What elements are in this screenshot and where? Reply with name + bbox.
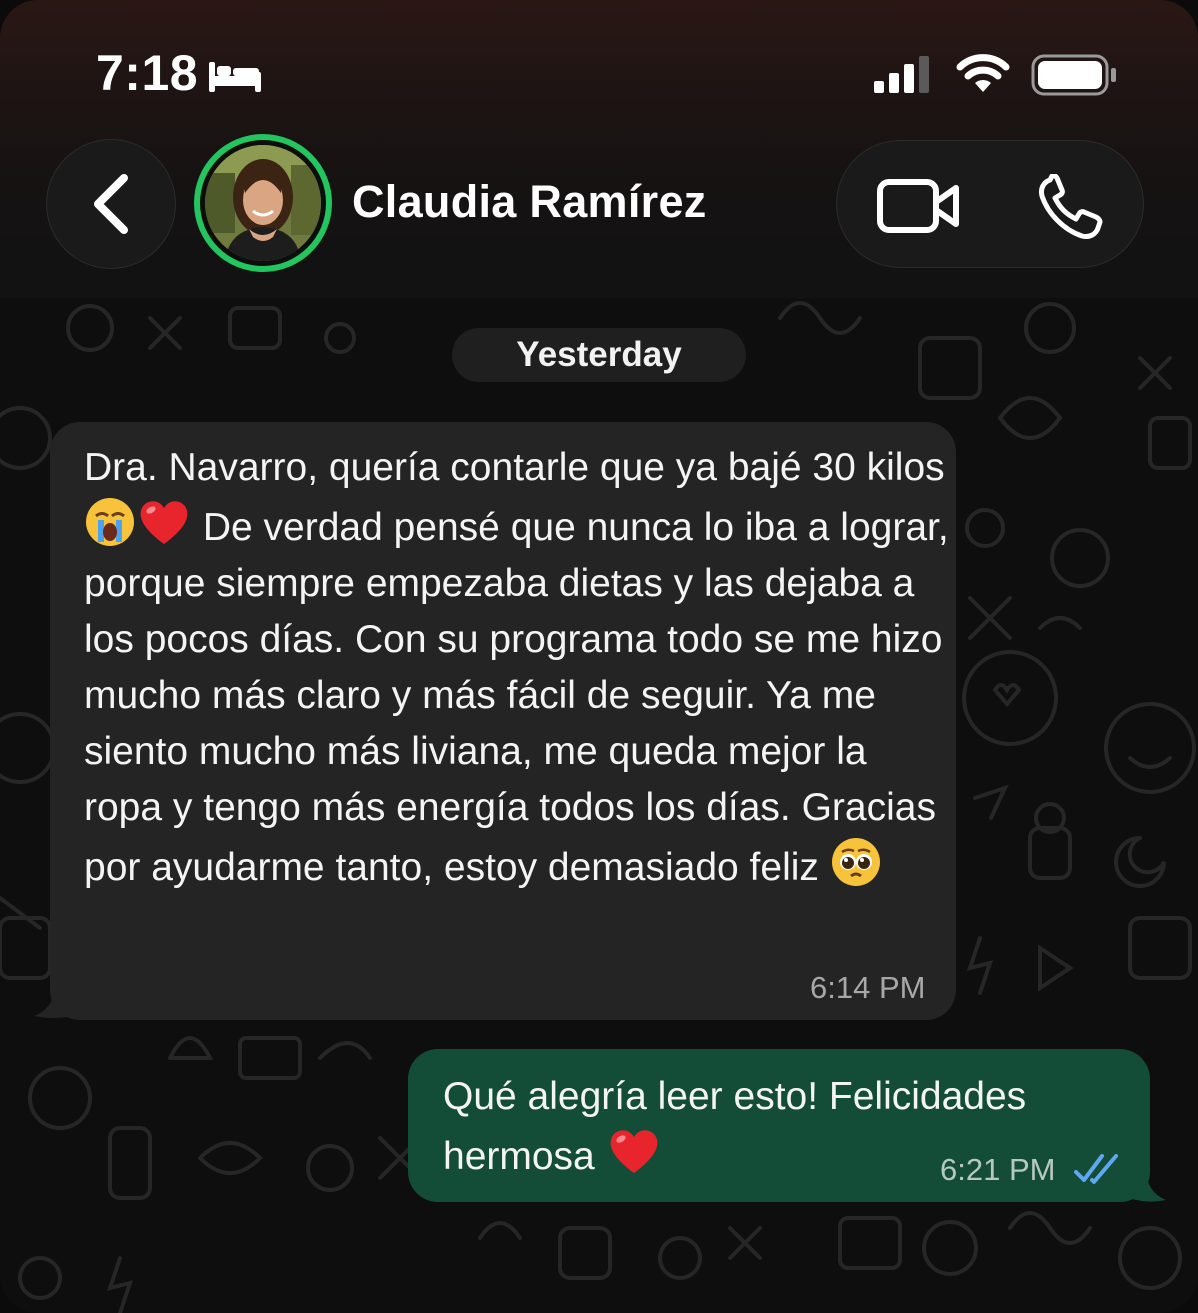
red-heart-emoji — [610, 1130, 657, 1173]
pleading-face-emoji — [831, 838, 880, 886]
back-button[interactable] — [46, 139, 176, 269]
avatar[interactable] — [194, 134, 332, 272]
call-actions — [836, 140, 1144, 268]
outgoing-message-time: 6:21 PM — [940, 1152, 1056, 1187]
contact-name[interactable]: Claudia Ramírez — [352, 176, 707, 228]
message-text-part: De verdad pensé que nunca lo iba a logra… — [84, 506, 949, 889]
incoming-message-text: Dra. Navarro, quería contarle que ya baj… — [84, 440, 954, 896]
avatar-photo — [205, 145, 321, 261]
video-camera-icon[interactable] — [876, 176, 960, 236]
red-heart-emoji — [140, 501, 188, 544]
double-check-read-icon — [1074, 1154, 1118, 1184]
wifi-icon — [956, 54, 1010, 92]
message-text-part: Qué alegría leer esto! Felicidades hermo… — [443, 1075, 1027, 1178]
bed-icon — [209, 62, 261, 92]
date-separator: Yesterday — [452, 328, 746, 382]
phone-screen: 7:18 Claudia Ramírez Yesterday Dra. Nava… — [0, 0, 1198, 1313]
message-text-part: Dra. Navarro, quería contarle que ya baj… — [84, 446, 945, 489]
crying-face-emoji — [86, 498, 134, 546]
battery-icon — [1031, 54, 1116, 96]
incoming-message-time: 6:14 PM — [810, 970, 926, 1005]
chevron-left-icon — [94, 174, 128, 234]
phone-icon[interactable] — [1036, 174, 1106, 240]
status-time: 7:18 — [96, 45, 199, 101]
signal-icon — [874, 56, 929, 93]
